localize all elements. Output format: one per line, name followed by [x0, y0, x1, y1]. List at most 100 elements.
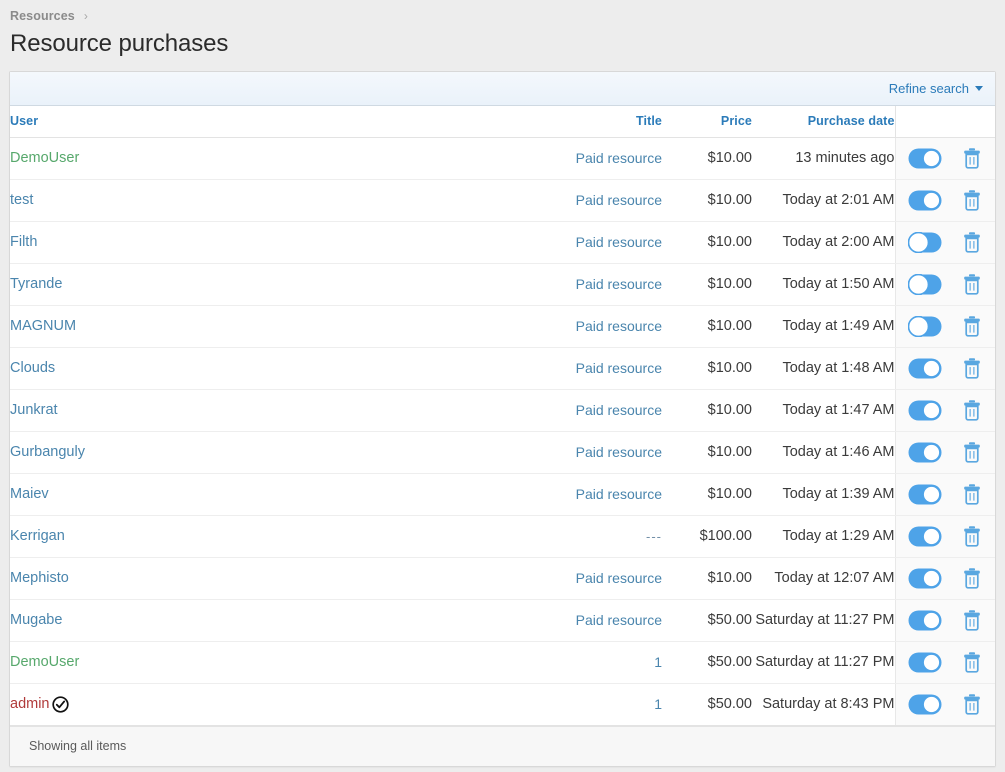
cell-actions [895, 305, 995, 347]
toggle-switch[interactable] [908, 484, 942, 505]
resource-title-link[interactable]: Paid resource [576, 234, 662, 250]
toggle-switch[interactable] [908, 148, 942, 169]
delete-icon[interactable] [962, 189, 982, 211]
refine-search-button[interactable]: Refine search [889, 81, 983, 96]
cell-user: Tyrande [10, 263, 510, 305]
resource-title-link[interactable]: Paid resource [576, 150, 662, 166]
user-link[interactable]: DemoUser [10, 150, 79, 166]
user-link[interactable]: MAGNUM [10, 318, 76, 334]
delete-icon[interactable] [962, 315, 982, 337]
toggle-switch[interactable] [908, 358, 942, 379]
breadcrumb-item-resources[interactable]: Resources [10, 9, 75, 23]
purchases-table: User Title Price Purchase date DemoUser P… [10, 106, 995, 726]
user-link[interactable]: Maiev [10, 486, 49, 502]
cell-actions [895, 515, 995, 557]
user-link[interactable]: Clouds [10, 360, 55, 376]
toggle-switch[interactable] [908, 442, 942, 463]
user-link[interactable]: Gurbanguly [10, 444, 85, 460]
cell-price: $10.00 [662, 179, 752, 221]
cell-purchase-date: Saturday at 11:27 PM [752, 599, 895, 641]
user-link[interactable]: Filth [10, 234, 37, 250]
user-link[interactable]: test [10, 192, 33, 208]
cell-actions [895, 347, 995, 389]
cell-title: Paid resource [510, 599, 662, 641]
delete-icon[interactable] [962, 609, 982, 631]
cell-price: $50.00 [662, 683, 752, 725]
user-link[interactable]: Mephisto [10, 570, 69, 586]
cell-actions [895, 641, 995, 683]
cell-price: $10.00 [662, 263, 752, 305]
cell-price: $10.00 [662, 137, 752, 179]
resource-title-link[interactable]: 1 [654, 654, 662, 670]
cell-title: Paid resource [510, 389, 662, 431]
resource-title-link[interactable]: Paid resource [576, 276, 662, 292]
column-header-user[interactable]: User [10, 106, 510, 137]
delete-icon[interactable] [962, 231, 982, 253]
table-row: test Paid resource$10.00Today at 2:01 AM [10, 179, 995, 221]
user-link[interactable]: Mugabe [10, 612, 62, 628]
cell-user: Filth [10, 221, 510, 263]
chevron-down-icon [975, 86, 983, 91]
delete-icon[interactable] [962, 399, 982, 421]
user-link[interactable]: Kerrigan [10, 528, 65, 544]
resource-title-link[interactable]: Paid resource [576, 402, 662, 418]
user-link[interactable]: admin [10, 696, 50, 712]
resource-title-link[interactable]: Paid resource [576, 318, 662, 334]
cell-purchase-date: Today at 2:01 AM [752, 179, 895, 221]
refine-search-label: Refine search [889, 81, 969, 96]
resource-title-link[interactable]: Paid resource [576, 570, 662, 586]
cell-title: Paid resource [510, 179, 662, 221]
toggle-switch[interactable] [908, 400, 942, 421]
delete-icon[interactable] [962, 567, 982, 589]
cell-actions [895, 431, 995, 473]
user-link[interactable]: Tyrande [10, 276, 62, 292]
table-row: MAGNUMPaid resource$10.00Today at 1:49 A… [10, 305, 995, 347]
resource-title-link[interactable]: Paid resource [576, 486, 662, 502]
toggle-switch[interactable] [908, 694, 942, 715]
resource-title-link[interactable]: Paid resource [576, 360, 662, 376]
cell-price: $10.00 [662, 389, 752, 431]
column-header-price[interactable]: Price [662, 106, 752, 137]
column-header-title[interactable]: Title [510, 106, 662, 137]
toggle-switch[interactable] [908, 232, 942, 253]
user-link[interactable]: DemoUser [10, 654, 79, 670]
user-link[interactable]: Junkrat [10, 402, 58, 418]
toggle-switch[interactable] [908, 610, 942, 631]
delete-icon[interactable] [962, 147, 982, 169]
cell-title: --- [510, 515, 662, 557]
cell-user: Mephisto [10, 557, 510, 599]
footer-status-text: Showing all items [29, 739, 126, 753]
resource-title-link[interactable]: Paid resource [576, 612, 662, 628]
resource-title-link[interactable]: Paid resource [576, 192, 662, 208]
delete-icon[interactable] [962, 483, 982, 505]
cell-title: Paid resource [510, 557, 662, 599]
delete-icon[interactable] [962, 693, 982, 715]
table-row: FilthPaid resource$10.00Today at 2:00 AM [10, 221, 995, 263]
delete-icon[interactable] [962, 357, 982, 379]
cell-actions [895, 599, 995, 641]
breadcrumb-separator-icon: › [84, 9, 88, 23]
toggle-switch[interactable] [908, 316, 942, 337]
delete-icon[interactable] [962, 651, 982, 673]
toggle-switch[interactable] [908, 568, 942, 589]
delete-icon[interactable] [962, 273, 982, 295]
delete-icon[interactable] [962, 441, 982, 463]
toggle-switch[interactable] [908, 190, 942, 211]
toggle-switch[interactable] [908, 526, 942, 547]
cell-title: Paid resource [510, 221, 662, 263]
cell-title: Paid resource [510, 263, 662, 305]
cell-purchase-date: Today at 12:07 AM [752, 557, 895, 599]
table-row: MephistoPaid resource$10.00Today at 12:0… [10, 557, 995, 599]
cell-user: MAGNUM [10, 305, 510, 347]
toggle-switch[interactable] [908, 652, 942, 673]
table-row: Kerrigan---$100.00Today at 1:29 AM [10, 515, 995, 557]
cell-actions [895, 683, 995, 725]
resource-title-link[interactable]: 1 [654, 696, 662, 712]
purchases-card: Refine search User Title Price Purchase … [9, 71, 996, 767]
column-header-date[interactable]: Purchase date [752, 106, 895, 137]
cell-price: $10.00 [662, 347, 752, 389]
delete-icon[interactable] [962, 525, 982, 547]
toggle-switch[interactable] [908, 274, 942, 295]
resource-title-link[interactable]: Paid resource [576, 444, 662, 460]
cell-user: Maiev [10, 473, 510, 515]
